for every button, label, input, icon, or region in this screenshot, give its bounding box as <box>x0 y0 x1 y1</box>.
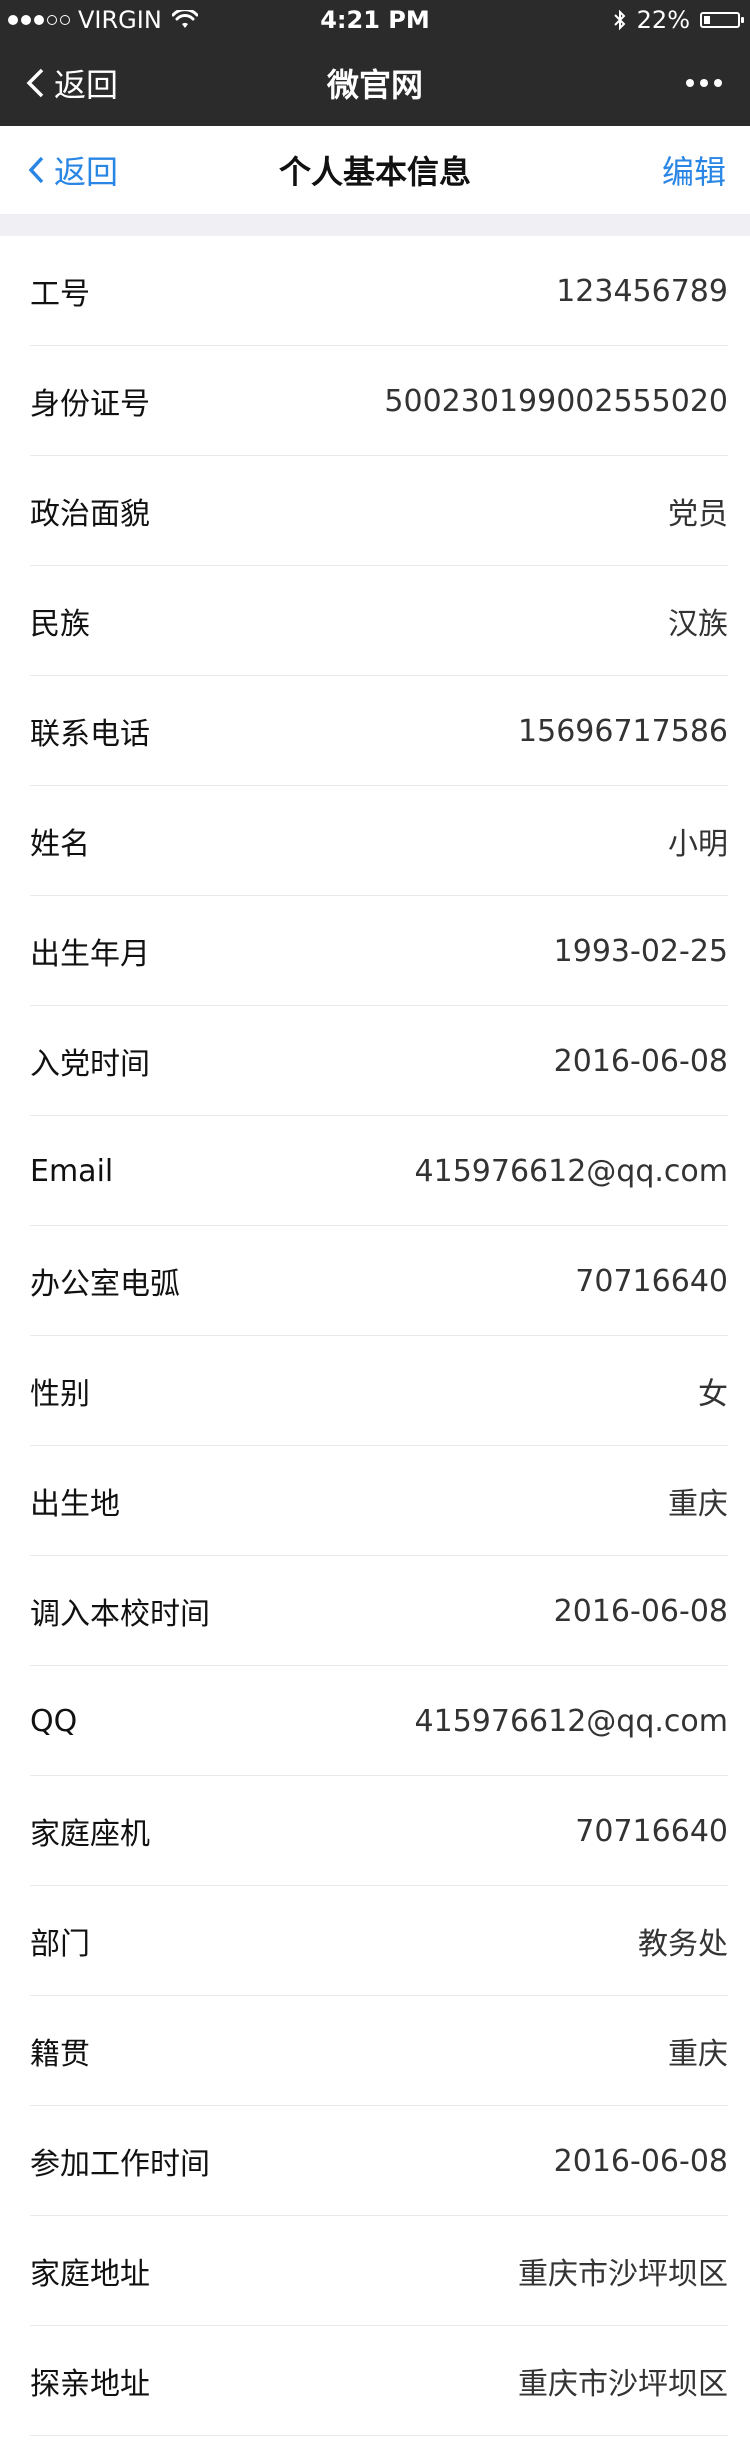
row-label: 部门 <box>30 1927 90 1962</box>
list-item: 部门 教务处 <box>0 1886 750 1996</box>
row-value: 2016-06-08 <box>553 1593 728 1629</box>
row-value: 女 <box>698 1377 728 1412</box>
row-label: 参加工作时间 <box>30 2147 210 2182</box>
row-value: 2016-06-08 <box>553 2143 728 2179</box>
page-back-label: 返回 <box>54 153 119 191</box>
row-value: 重庆 <box>668 2037 728 2072</box>
row-label: 联系电话 <box>30 717 150 752</box>
row-value: 415976612@qq.com <box>414 1703 728 1739</box>
list-item: Email 415976612@qq.com <box>0 1116 750 1226</box>
status-right: 22% <box>613 0 744 40</box>
row-value: 重庆 <box>668 1487 728 1522</box>
chevron-left-icon <box>28 156 44 184</box>
list-item: 办公室电弧 70716640 <box>0 1226 750 1336</box>
row-label: 家庭地址 <box>30 2257 150 2292</box>
row-label: 入党时间 <box>30 1047 150 1082</box>
row-value: 500230199002555020 <box>384 383 728 419</box>
row-label: 民族 <box>30 607 90 642</box>
more-dot <box>714 79 722 87</box>
row-label: 工号 <box>30 277 90 312</box>
bluetooth-icon <box>613 9 626 31</box>
more-dot <box>686 79 694 87</box>
row-label: 政治面貌 <box>30 497 150 532</box>
list-item: 家庭座机 70716640 <box>0 1776 750 1886</box>
row-value: 415976612@qq.com <box>414 1153 728 1189</box>
edit-button[interactable]: 编辑 <box>662 147 726 193</box>
row-label: 出生地 <box>30 1487 120 1522</box>
list-item: 联系电话 15696717586 <box>0 676 750 786</box>
chevron-left-icon <box>26 68 44 98</box>
more-menu-button[interactable] <box>686 79 722 87</box>
list-item: 调入本校时间 2016-06-08 <box>0 1556 750 1666</box>
battery-icon <box>700 12 744 28</box>
row-label: QQ <box>30 1703 78 1739</box>
more-dot <box>700 79 708 87</box>
row-value: 汉族 <box>668 607 728 642</box>
row-value: 重庆市沙坪坝区 <box>518 2367 728 2402</box>
list-item: 性别 女 <box>0 1336 750 1446</box>
list-item: 参加工作时间 2016-06-08 <box>0 2106 750 2216</box>
profile-list: 工号 123456789 身份证号 500230199002555020 政治面… <box>0 236 750 2436</box>
row-label: 家庭座机 <box>30 1817 150 1852</box>
list-item: 出生地 重庆 <box>0 1446 750 1556</box>
row-value: 70716640 <box>575 1263 728 1299</box>
header-back-button[interactable]: 返回 <box>26 60 118 106</box>
list-item: 家庭地址 重庆市沙坪坝区 <box>0 2216 750 2326</box>
list-item: 出生年月 1993-02-25 <box>0 896 750 1006</box>
row-value: 70716640 <box>575 1813 728 1849</box>
row-label: 探亲地址 <box>30 2367 150 2402</box>
row-label: 出生年月 <box>30 937 150 972</box>
app-header: 返回 微官网 <box>0 40 750 126</box>
row-value: 教务处 <box>638 1927 728 1962</box>
list-item: 政治面貌 党员 <box>0 456 750 566</box>
list-item: 探亲地址 重庆市沙坪坝区 <box>0 2326 750 2436</box>
header-back-label: 返回 <box>54 66 119 104</box>
row-label: 办公室电弧 <box>30 1267 180 1302</box>
page-nav: 返回 个人基本信息 编辑 <box>0 126 750 214</box>
list-item: 籍贯 重庆 <box>0 1996 750 2106</box>
list-item: 入党时间 2016-06-08 <box>0 1006 750 1116</box>
section-separator <box>0 214 750 236</box>
row-label: 姓名 <box>30 827 90 862</box>
row-value: 小明 <box>668 827 728 862</box>
row-value: 党员 <box>668 497 728 532</box>
page-title: 个人基本信息 <box>278 153 471 191</box>
page-back-button[interactable]: 返回 <box>28 147 118 193</box>
header-title: 微官网 <box>326 66 423 104</box>
list-item: 身份证号 500230199002555020 <box>0 346 750 456</box>
list-item: 姓名 小明 <box>0 786 750 896</box>
row-label: 身份证号 <box>30 387 150 422</box>
status-bar: VIRGIN 4:21 PM 22% <box>0 0 750 40</box>
row-value: 重庆市沙坪坝区 <box>518 2257 728 2292</box>
row-value: 1993-02-25 <box>553 933 728 969</box>
row-label: 性别 <box>30 1377 90 1412</box>
row-label: 调入本校时间 <box>30 1597 210 1632</box>
row-label: Email <box>30 1153 114 1189</box>
row-value: 15696717586 <box>518 713 728 749</box>
row-value: 123456789 <box>556 273 728 309</box>
list-item: QQ 415976612@qq.com <box>0 1666 750 1776</box>
row-label: 籍贯 <box>30 2037 90 2072</box>
list-item: 工号 123456789 <box>0 236 750 346</box>
battery-percent: 22% <box>636 6 690 34</box>
row-value: 2016-06-08 <box>553 1043 728 1079</box>
list-item: 民族 汉族 <box>0 566 750 676</box>
